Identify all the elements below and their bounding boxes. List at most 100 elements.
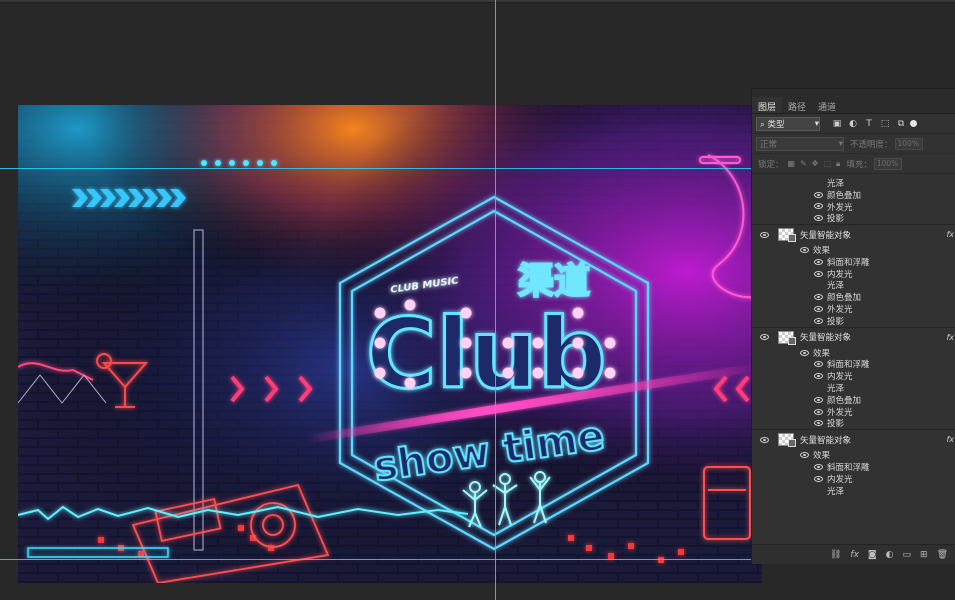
- link-icon[interactable]: ⛓︎: [830, 550, 841, 560]
- eye-icon[interactable]: [814, 373, 823, 380]
- eye-icon[interactable]: [800, 452, 809, 459]
- eye-icon[interactable]: [814, 361, 823, 368]
- effect-row[interactable]: 颜色叠加: [752, 394, 955, 406]
- effect-label: 内发光: [827, 474, 853, 485]
- sign-club-text: Club: [366, 298, 606, 410]
- search-icon: ⌕: [760, 119, 765, 130]
- pixel-filter-icon[interactable]: ▣: [832, 119, 842, 129]
- effect-label: 光泽: [827, 486, 845, 497]
- blend-mode-value: 正常: [760, 139, 778, 150]
- layer-name: 矢量智能对象: [800, 435, 852, 446]
- eye-icon[interactable]: [814, 408, 823, 415]
- trash-icon[interactable]: 🗑︎: [937, 550, 948, 560]
- fx-icon[interactable]: fx: [850, 550, 859, 560]
- effect-row[interactable]: 外发光: [752, 406, 955, 418]
- filter-label: 类型: [767, 119, 785, 130]
- adjustment-filter-icon[interactable]: ◐: [848, 119, 858, 129]
- tab-channels[interactable]: 通道: [812, 97, 842, 113]
- tab-paths[interactable]: 路径: [782, 97, 812, 113]
- effect-row[interactable]: 投影: [752, 212, 955, 224]
- adjustment-icon[interactable]: ◐: [886, 550, 894, 560]
- new-layer-icon[interactable]: ⊞: [920, 550, 928, 560]
- type-filter-icon[interactable]: T: [864, 119, 874, 129]
- effect-row[interactable]: 内发光: [752, 473, 955, 485]
- eye-icon[interactable]: [814, 203, 823, 210]
- effect-label: 效果: [813, 451, 831, 462]
- document-canvas[interactable]: 渠道 CLUB MUSIC Club show time: [18, 105, 762, 583]
- eye-icon[interactable]: [760, 334, 769, 341]
- eye-icon[interactable]: [814, 270, 823, 277]
- filter-toggle-icon[interactable]: [910, 120, 917, 127]
- eye-icon[interactable]: [800, 349, 809, 356]
- top-ruler: [0, 0, 955, 3]
- layer-row[interactable]: 矢量智能对象 fx: [752, 326, 955, 347]
- layer-name: 矢量智能对象: [800, 333, 852, 344]
- eye-icon[interactable]: [814, 294, 823, 301]
- panel-tabs: 图层 路径 通道: [752, 97, 955, 114]
- effect-label: 内发光: [827, 269, 853, 280]
- lock-position-icon[interactable]: ✥: [812, 159, 819, 169]
- eye-icon[interactable]: [814, 191, 823, 198]
- layer-filter-select[interactable]: ⌕ 类型 ▾: [756, 116, 820, 131]
- effect-label: 光泽: [827, 178, 845, 189]
- effect-row[interactable]: 内发光: [752, 268, 955, 280]
- vertical-guide[interactable]: [495, 0, 496, 600]
- effect-row[interactable]: 颜色叠加: [752, 189, 955, 201]
- effect-row[interactable]: 斜面和浮雕: [752, 461, 955, 473]
- opacity-field[interactable]: 100%: [894, 137, 923, 150]
- effect-row[interactable]: 投影: [752, 418, 955, 429]
- layer-row[interactable]: 矢量智能对象 fx: [752, 224, 955, 244]
- lock-label: 锁定：: [758, 159, 784, 170]
- effect-label: 斜面和浮雕: [827, 463, 870, 474]
- effect-row[interactable]: 效果: [752, 347, 955, 359]
- eye-icon[interactable]: [814, 215, 823, 222]
- effect-row[interactable]: 颜色叠加: [752, 291, 955, 303]
- fx-badge-icon[interactable]: fx: [946, 435, 954, 444]
- sign-chinese-title: 渠道: [518, 261, 590, 302]
- smart-object-filter-icon[interactable]: ⧉: [896, 119, 906, 129]
- effect-row[interactable]: 外发光: [752, 201, 955, 213]
- photoshop-workspace: 渠道 CLUB MUSIC Club show time 图层 路径 通道 ⌕ …: [0, 0, 955, 600]
- effect-row[interactable]: 外发光: [752, 303, 955, 315]
- lock-paint-icon[interactable]: ✎: [800, 159, 807, 169]
- effect-row[interactable]: 效果: [752, 449, 955, 461]
- effect-row[interactable]: 斜面和浮雕: [752, 359, 955, 370]
- eye-icon[interactable]: [814, 464, 823, 471]
- eye-icon[interactable]: [814, 420, 823, 427]
- eye-icon[interactable]: [760, 231, 769, 238]
- effect-row[interactable]: 光泽: [752, 485, 955, 497]
- lock-all-icon[interactable]: 🔒︎: [836, 159, 840, 169]
- lock-transparent-icon[interactable]: ▦: [788, 159, 796, 169]
- blend-mode-select[interactable]: 正常 ▾: [756, 136, 844, 151]
- effect-label: 内发光: [827, 372, 853, 383]
- filter-icons: ▣ ◐ T ⬚ ⧉: [832, 119, 906, 129]
- eye-icon[interactable]: [814, 317, 823, 324]
- eye-icon[interactable]: [814, 306, 823, 313]
- effect-row[interactable]: 光泽: [752, 177, 955, 189]
- shape-filter-icon[interactable]: ⬚: [880, 119, 890, 129]
- tab-layers[interactable]: 图层: [752, 97, 783, 113]
- lock-row: 锁定： ▦ ✎ ✥ ⬚ 🔒︎ 填充： 100%: [752, 154, 955, 174]
- mask-icon[interactable]: ◙: [868, 550, 877, 560]
- eye-icon[interactable]: [760, 436, 769, 443]
- effect-row[interactable]: 内发光: [752, 370, 955, 382]
- effect-label: 投影: [827, 214, 845, 225]
- effect-row[interactable]: 光泽: [752, 382, 955, 394]
- fx-badge-icon[interactable]: fx: [946, 230, 954, 239]
- lock-artboard-icon[interactable]: ⬚: [823, 159, 831, 169]
- effect-row[interactable]: 光泽: [752, 280, 955, 291]
- layer-row[interactable]: 矢量智能对象 fx: [752, 429, 955, 449]
- panel-header-bar[interactable]: [752, 89, 955, 97]
- layers-panel: 图层 路径 通道 ⌕ 类型 ▾ ▣ ◐ T ⬚ ⧉ 正常 ▾ 不透明度： 100…: [751, 88, 955, 564]
- eye-icon[interactable]: [814, 475, 823, 482]
- eye-icon[interactable]: [814, 396, 823, 403]
- fill-field[interactable]: 100%: [873, 157, 902, 170]
- eye-icon[interactable]: [800, 247, 809, 254]
- effect-row[interactable]: 效果: [752, 244, 955, 256]
- effect-row[interactable]: 投影: [752, 315, 955, 327]
- eye-icon[interactable]: [814, 258, 823, 265]
- layer-thumbnail: [778, 433, 796, 448]
- effect-row[interactable]: 斜面和浮雕: [752, 256, 955, 268]
- fx-badge-icon[interactable]: fx: [946, 333, 954, 342]
- group-icon[interactable]: ▭: [903, 550, 912, 560]
